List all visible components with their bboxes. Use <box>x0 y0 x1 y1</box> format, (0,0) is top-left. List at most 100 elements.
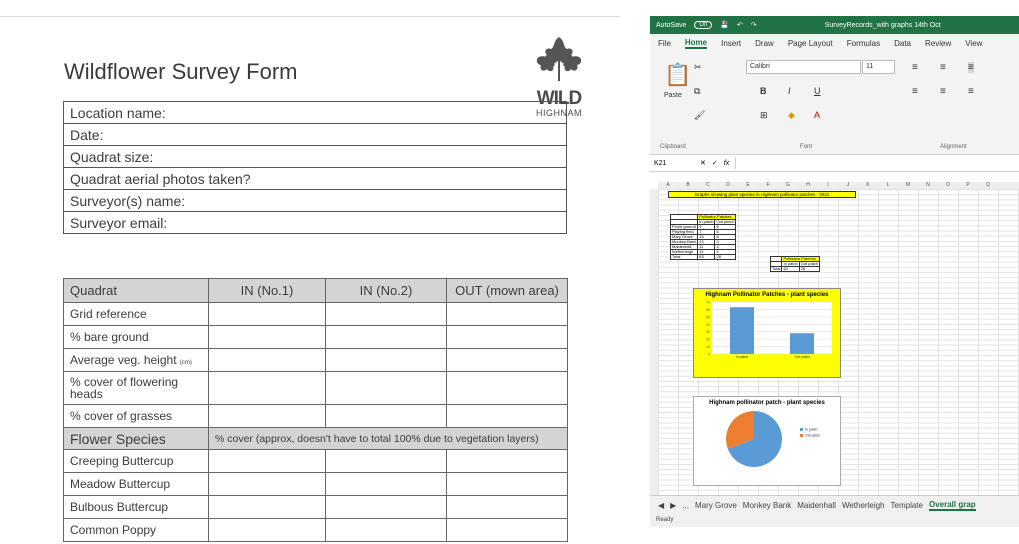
align-left-icon[interactable]: ≡ <box>912 86 918 97</box>
format-painter-icon[interactable]: 🖌 <box>694 110 705 121</box>
entry-cell[interactable] <box>208 495 326 519</box>
worksheet-grid[interactable]: ABCDEFGHIJKLMNOPQ Graphs showing plant s… <box>650 182 1019 495</box>
info-label-date[interactable]: Date: <box>63 123 567 146</box>
borders-icon[interactable]: ⊞ <box>760 110 768 121</box>
entry-cell[interactable] <box>208 404 326 428</box>
menu-page-layout[interactable]: Page Layout <box>788 39 833 48</box>
info-label-quadrat-size[interactable]: Quadrat size: <box>63 145 567 168</box>
menu-review[interactable]: Review <box>925 39 951 48</box>
underline-icon[interactable]: U <box>814 86 821 96</box>
entry-cell[interactable] <box>325 449 447 473</box>
menu-home[interactable]: Home <box>684 38 708 49</box>
entry-cell[interactable] <box>325 495 447 519</box>
copy-icon[interactable]: ⧉ <box>694 86 700 97</box>
entry-cell[interactable] <box>446 495 568 519</box>
legend-swatch <box>800 428 803 431</box>
menu-draw[interactable]: Draw <box>755 39 774 48</box>
menu-formulas[interactable]: Formulas <box>847 39 880 48</box>
tab-next-icon[interactable]: ▶ <box>670 501 676 510</box>
fx-icon[interactable]: fx <box>724 160 729 167</box>
align-bottom-icon[interactable]: ≡ <box>968 62 974 73</box>
entry-cell[interactable] <box>325 404 447 428</box>
entry-cell[interactable] <box>208 302 326 326</box>
autosave-toggle[interactable]: Off <box>694 21 713 29</box>
bold-icon[interactable]: B <box>760 86 767 96</box>
paste-icon[interactable]: 📋 <box>664 62 691 88</box>
sheet-tab-active[interactable]: Overall grap <box>928 500 976 511</box>
font-color-icon[interactable]: A <box>814 110 820 120</box>
entry-cell[interactable] <box>446 472 568 496</box>
entry-cell[interactable] <box>325 518 447 542</box>
cancel-icon[interactable]: ✕ <box>700 159 706 167</box>
entry-cell[interactable] <box>446 404 568 428</box>
sheet-tab[interactable]: Template <box>891 501 923 510</box>
entry-cell[interactable] <box>446 325 568 349</box>
y-tick-label: 10 <box>706 345 710 349</box>
pollinator-table-1[interactable]: Pollinator Patches In patch Out patch Poo… <box>669 214 736 260</box>
entry-cell[interactable] <box>208 325 326 349</box>
undo-icon[interactable]: ↶ <box>737 21 743 29</box>
pollinator-table-2[interactable]: Pollinator Patches In patch Out patch Tot… <box>769 256 821 272</box>
group-alignment: Alignment <box>940 144 967 150</box>
entry-cell[interactable] <box>208 371 326 405</box>
entry-cell[interactable] <box>446 518 568 542</box>
menu-view[interactable]: View <box>965 39 982 48</box>
font-size-select[interactable]: 11 <box>862 60 895 74</box>
menu-insert[interactable]: Insert <box>721 39 741 48</box>
entry-cell[interactable] <box>446 449 568 473</box>
tab-prev-icon[interactable]: ◀ <box>658 501 664 510</box>
save-icon[interactable]: 💾 <box>720 21 729 29</box>
align-top-icon[interactable]: ≡ <box>912 62 918 73</box>
info-label-aerial-photos[interactable]: Quadrat aerial photos taken? <box>63 167 567 190</box>
entry-cell[interactable] <box>446 348 568 372</box>
formula-input[interactable] <box>735 157 1019 169</box>
align-center-icon[interactable]: ≡ <box>940 86 946 97</box>
menu-data[interactable]: Data <box>894 39 911 48</box>
species-header-row: Flower Species % cover (approx, doesn't … <box>63 427 568 450</box>
enter-icon[interactable]: ✓ <box>712 159 718 167</box>
entry-cell[interactable] <box>325 325 447 349</box>
entry-cell[interactable] <box>208 472 326 496</box>
entry-cell[interactable] <box>208 518 326 542</box>
entry-cell[interactable] <box>208 348 326 372</box>
entry-cell[interactable] <box>446 371 568 405</box>
paste-label[interactable]: Paste <box>664 92 682 99</box>
pie-chart[interactable]: Highnam pollinator patch - plant species… <box>693 396 841 486</box>
entry-cell[interactable] <box>325 371 447 405</box>
align-middle-icon[interactable]: ≡ <box>940 62 946 73</box>
info-label-location[interactable]: Location name: <box>63 101 567 124</box>
unit-label: (cm) <box>179 360 192 366</box>
italic-icon[interactable]: I <box>788 86 791 96</box>
tab-more[interactable]: ... <box>682 501 689 510</box>
cut-icon[interactable]: ✂ <box>694 62 702 73</box>
info-label-surveyor-name[interactable]: Surveyor(s) name: <box>63 189 567 212</box>
header-out: OUT (mown area) <box>446 278 568 303</box>
x-tick-label: In patch <box>736 355 749 359</box>
entry-cell[interactable] <box>208 449 326 473</box>
info-row: Location name: <box>63 101 567 124</box>
bar-chart[interactable]: Highnam Pollinator Patches - plant speci… <box>693 288 841 378</box>
fill-color-icon[interactable]: ◆ <box>788 110 795 121</box>
info-label-surveyor-email[interactable]: Surveyor email: <box>63 211 567 234</box>
info-row: Quadrat aerial photos taken? <box>63 167 567 190</box>
redo-icon[interactable]: ↷ <box>751 21 757 29</box>
entry-cell[interactable] <box>325 302 447 326</box>
font-name-select[interactable]: Calibri <box>746 60 861 74</box>
y-tick-label: 0 <box>708 353 710 357</box>
sheet-tab[interactable]: Wetherleigh <box>842 501 885 510</box>
cell-grid[interactable]: Graphs showing plant species in Highnam … <box>658 189 1019 495</box>
survey-form-page: Wildflower Survey Form WILD HIGHNAM Loca… <box>0 16 620 544</box>
sheet-tab[interactable]: Maidenhall <box>797 501 836 510</box>
menu-file[interactable]: File <box>658 39 671 48</box>
align-right-icon[interactable]: ≡ <box>968 86 974 97</box>
sheet-tab[interactable]: Mary Grove <box>695 501 737 510</box>
info-table: Location name: Date: Quadrat size: Quadr… <box>63 101 567 234</box>
cell-value: 63 <box>697 254 716 260</box>
sheet-tab[interactable]: Monkey Bank <box>743 501 791 510</box>
cell-value: 63 <box>781 266 800 272</box>
entry-cell[interactable] <box>325 472 447 496</box>
sheet-banner[interactable]: Graphs showing plant species in Highnam … <box>668 191 856 198</box>
name-box[interactable]: K21 <box>654 160 694 167</box>
entry-cell[interactable] <box>446 302 568 326</box>
entry-cell[interactable] <box>325 348 447 372</box>
